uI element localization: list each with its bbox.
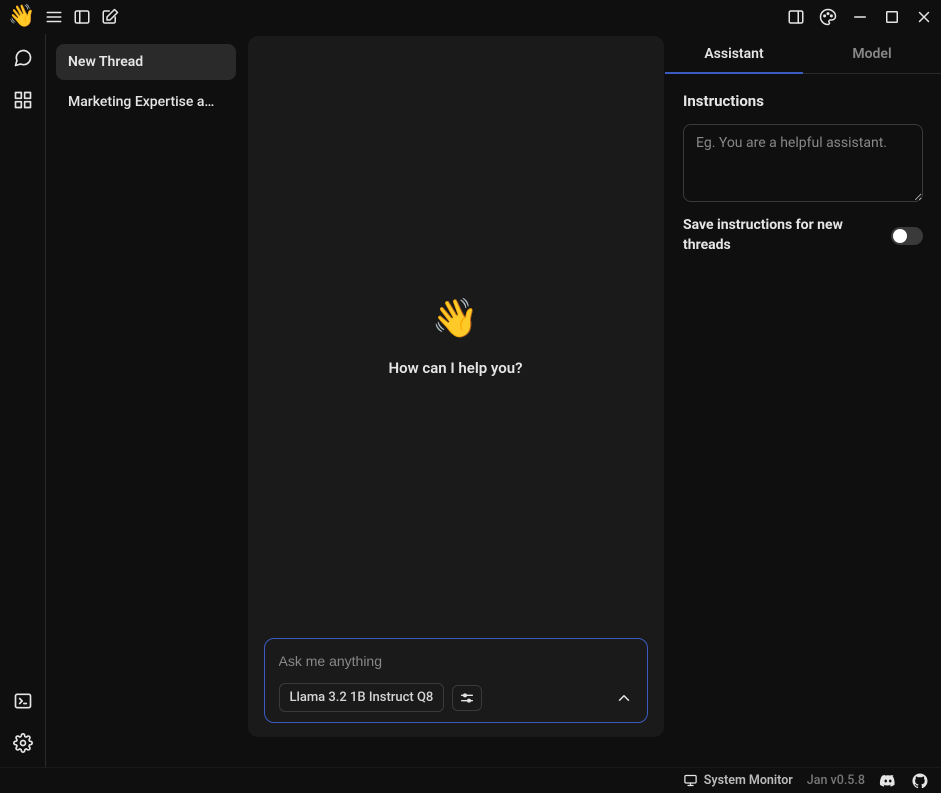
chevron-up-icon[interactable]: [615, 689, 633, 707]
instructions-input[interactable]: [683, 124, 923, 202]
chat-input-box: Llama 3.2 1B Instruct Q8: [264, 638, 648, 723]
thread-item[interactable]: New Thread: [56, 44, 236, 80]
app-logo: 👋: [8, 6, 35, 28]
panel-right-icon[interactable]: [787, 8, 805, 26]
chat-greeting: How can I help you?: [388, 359, 522, 377]
input-settings-button[interactable]: [452, 685, 482, 711]
grid-icon[interactable]: [13, 90, 33, 110]
chat-panel: 👋 How can I help you? Llama 3.2 1B Instr…: [248, 36, 664, 737]
topbar: 👋: [0, 0, 941, 34]
version-label: Jan v0.5.8: [807, 773, 865, 788]
threads-list: New Thread Marketing Expertise a…: [46, 34, 246, 767]
close-icon[interactable]: [915, 8, 933, 26]
save-instructions-toggle[interactable]: [891, 227, 923, 245]
palette-icon[interactable]: [819, 8, 837, 26]
nav-rail: [0, 34, 46, 767]
gear-icon[interactable]: [13, 733, 33, 753]
chat-icon[interactable]: [13, 48, 33, 68]
system-monitor-label: System Monitor: [704, 773, 793, 788]
chat-logo: 👋: [432, 297, 479, 341]
discord-icon[interactable]: [879, 772, 897, 790]
tab-assistant[interactable]: Assistant: [665, 34, 803, 73]
save-instructions-label: Save instructions for new threads: [683, 216, 863, 255]
tab-model[interactable]: Model: [803, 34, 941, 73]
thread-item[interactable]: Marketing Expertise a…: [56, 84, 236, 120]
github-icon[interactable]: [911, 772, 929, 790]
edit-icon[interactable]: [101, 8, 119, 26]
sliders-icon: [459, 690, 475, 706]
minimize-icon[interactable]: [851, 8, 869, 26]
model-selector[interactable]: Llama 3.2 1B Instruct Q8: [279, 683, 445, 712]
terminal-icon[interactable]: [13, 691, 33, 711]
statusbar: System Monitor Jan v0.5.8: [0, 767, 941, 793]
panel-left-icon[interactable]: [73, 8, 91, 26]
menu-icon[interactable]: [45, 8, 63, 26]
maximize-icon[interactable]: [883, 8, 901, 26]
monitor-icon: [683, 773, 698, 788]
instructions-label: Instructions: [683, 92, 923, 110]
chat-input[interactable]: [279, 653, 633, 669]
system-monitor-button[interactable]: System Monitor: [683, 773, 793, 788]
right-panel: Assistant Model Instructions Save instru…: [665, 34, 941, 767]
